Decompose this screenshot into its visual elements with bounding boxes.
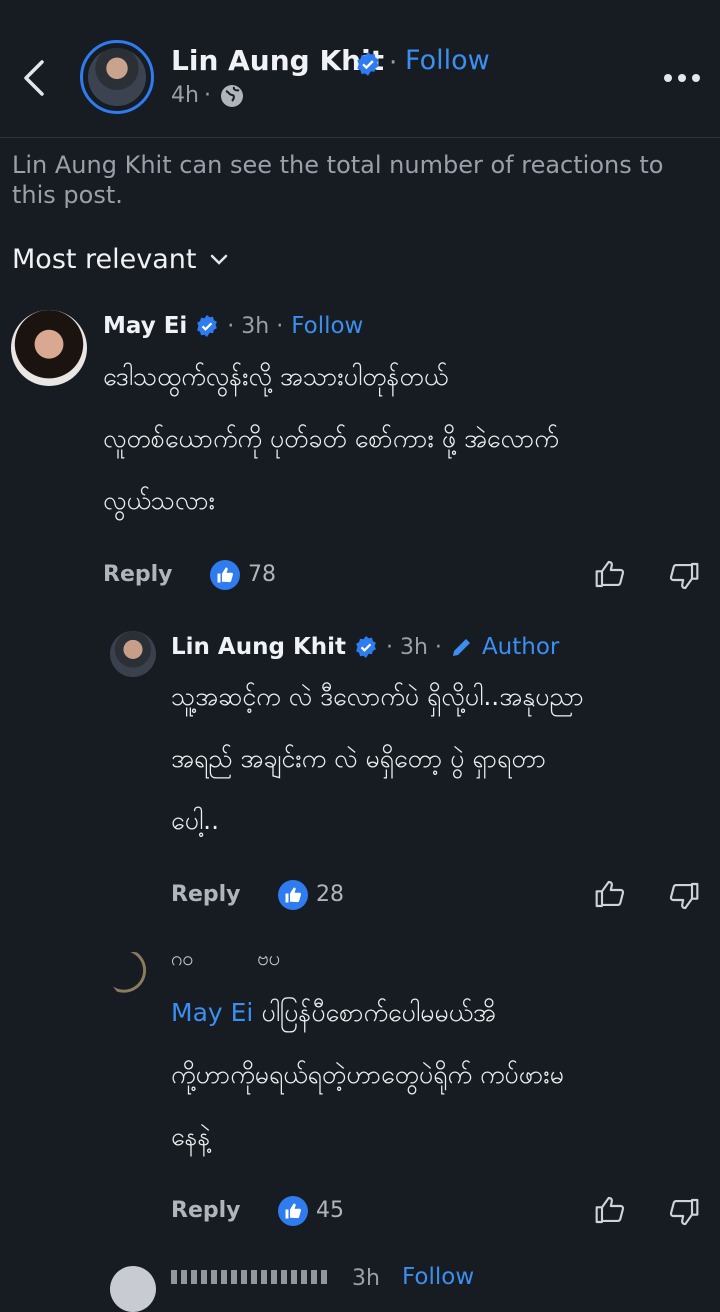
chevron-down-icon <box>210 254 227 265</box>
like-count: 28 <box>316 882 344 907</box>
like-reaction-badge <box>210 560 240 590</box>
follow-button[interactable]: Follow <box>402 1264 474 1290</box>
author-name[interactable]: Lin Aung Khit <box>171 44 384 77</box>
sort-label: Most relevant <box>12 244 197 275</box>
upvote-icon[interactable] <box>594 1194 626 1226</box>
like-count: 78 <box>248 562 276 587</box>
comment-line: ပေါ့.. <box>171 806 220 835</box>
commenter-name-partial <box>171 1270 331 1284</box>
more-options-button[interactable] <box>662 62 702 92</box>
thumbs-up-icon <box>285 1203 302 1219</box>
comment-time: 3h <box>352 1266 380 1291</box>
reply-button[interactable]: Reply <box>103 562 173 587</box>
like-reaction-badge <box>278 1196 308 1226</box>
back-button[interactable] <box>18 56 52 100</box>
comment-line: ဒေါသထွက်လွန်းလို့ အသားပါတုန်တယ် <box>103 362 449 391</box>
reply-button[interactable]: Reply <box>171 1198 241 1223</box>
downvote-icon[interactable] <box>668 560 700 592</box>
follow-button[interactable]: Follow <box>405 45 490 76</box>
follow-button[interactable]: Follow <box>291 313 363 339</box>
pencil-icon <box>452 639 470 656</box>
comment-line: ကို့ဟာကိုမရယ်ရတဲ့ဟာတွေပဲရိုက် ကပ်ဖားမ <box>171 1060 564 1089</box>
commenter-avatar[interactable] <box>110 1266 156 1312</box>
verified-badge-icon <box>356 636 376 658</box>
commenter-avatar[interactable] <box>110 952 156 998</box>
like-count: 45 <box>316 1198 344 1223</box>
comment-text: May Ei ပါပြန်ပီစောက်ပေါမမယ်အိ ကို့ဟာကိုမ… <box>171 982 716 1168</box>
commenter-avatar[interactable] <box>11 310 87 386</box>
globe-icon <box>221 85 243 107</box>
post-time: 4h <box>171 83 199 108</box>
post-header: Lin Aung Khit · Follow 4h · <box>0 0 720 138</box>
like-reaction-badge <box>278 880 308 910</box>
comment-time: · 3h · <box>386 634 442 660</box>
commenter-avatar[interactable] <box>110 631 156 677</box>
sort-dropdown[interactable]: Most relevant <box>12 244 229 275</box>
comment-text: သူ့အဆင့်က လဲ ဒီလောက်ပဲ ရှိလို့ပါ..အနုပညာ… <box>171 666 716 852</box>
commenter-name[interactable]: May Ei <box>103 313 187 339</box>
downvote-icon[interactable] <box>668 880 700 912</box>
separator-dot: · <box>389 48 398 78</box>
downvote-icon[interactable] <box>668 1196 700 1228</box>
commenter-name[interactable]: ဂဝ ဗပ <box>171 945 280 975</box>
comment-text: ဒေါသထွက်လွန်းလို့ အသားပါတုန်တယ် လူတစ်ယော… <box>103 346 713 532</box>
comment-line: လူတစ်ယောက်ကို ပုတ်ခတ် စော်ကား ဖို့ အဲလော… <box>103 424 559 453</box>
chevron-left-icon <box>24 60 44 96</box>
thumbs-up-icon <box>285 887 302 903</box>
reply-button[interactable]: Reply <box>171 882 241 907</box>
author-avatar[interactable] <box>80 40 154 114</box>
comment-line: သူ့အဆင့်က လဲ ဒီလောက်ပဲ ရှိလို့ပါ..အနုပညာ <box>171 682 584 711</box>
author-badge: Author <box>481 634 560 660</box>
comment-line: May Ei ပါပြန်ပီစောက်ပေါမမယ်အိ <box>171 998 496 1027</box>
verified-badge-icon <box>197 315 218 337</box>
verified-badge-icon <box>357 52 379 76</box>
upvote-icon[interactable] <box>594 558 626 590</box>
thumbs-up-icon <box>217 567 234 583</box>
reactions-notice: Lin Aung Khit can see the total number o… <box>12 151 664 209</box>
comment-line: နေနဲ့ <box>171 1122 211 1151</box>
more-dots-icon <box>664 74 700 82</box>
time-separator: · <box>204 83 211 108</box>
comment-time: · 3h · <box>227 313 284 339</box>
mention-link[interactable]: May Ei <box>171 998 253 1027</box>
comment-header: Lin Aung Khit · 3h · Author <box>171 634 559 660</box>
commenter-name[interactable]: Lin Aung Khit <box>171 634 346 660</box>
comment-line: လွယ်သလား <box>103 486 215 515</box>
comment-header: May Ei · 3h · Follow <box>103 313 363 339</box>
comment-line: အရည် အချင်းက လဲ မရှိတော့ ပွဲ ရှာရတာ <box>171 744 546 773</box>
upvote-icon[interactable] <box>594 878 626 910</box>
